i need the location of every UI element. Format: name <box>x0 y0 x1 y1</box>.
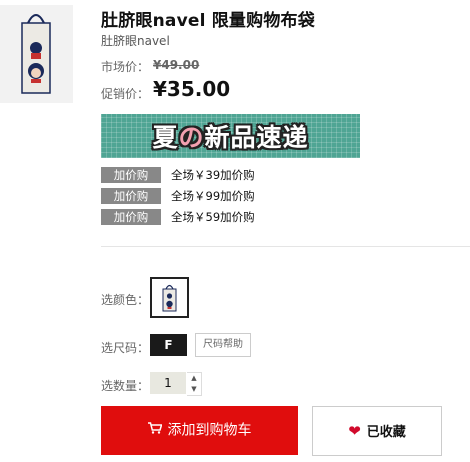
promotion-desc[interactable]: 全场￥59加价购 <box>171 209 255 225</box>
promotion-tag: 加价购 <box>101 188 161 204</box>
color-swatch[interactable] <box>150 277 189 318</box>
promotion-tag: 加价购 <box>101 209 161 225</box>
decrement-arrow-icon[interactable]: ▼ <box>187 384 201 395</box>
tote-bag-swatch-icon <box>162 284 177 312</box>
shopping-cart-icon <box>147 406 163 455</box>
market-price-label: 市场价： <box>101 60 150 74</box>
size-help-button[interactable]: 尺码帮助 <box>195 333 251 357</box>
increment-arrow-icon[interactable]: ▲ <box>187 373 201 384</box>
banner-text: 夏の新品速递 <box>152 123 309 152</box>
product-title: 肚脐眼navel 限量购物布袋 <box>101 11 315 31</box>
quantity-label: 选数量： <box>101 379 150 393</box>
promotion-desc[interactable]: 全场￥39加价购 <box>171 167 255 183</box>
promotion-desc[interactable]: 全场￥99加价购 <box>171 188 255 204</box>
quantity-input[interactable]: 1 <box>150 372 186 394</box>
promo-price: ¥35.00 <box>153 77 231 101</box>
quantity-stepper[interactable]: ▲ ▼ <box>187 372 202 396</box>
add-to-cart-button[interactable]: 添加到购物车 <box>101 406 298 455</box>
promo-banner[interactable]: 夏の新品速递 <box>101 114 360 158</box>
size-label: 选尺码： <box>101 341 150 355</box>
product-thumbnail[interactable] <box>0 5 73 103</box>
favorite-button[interactable]: ❤ 已收藏 <box>312 406 442 456</box>
promo-price-label: 促销价： <box>101 87 150 101</box>
tote-bag-image <box>0 5 73 103</box>
color-label: 选颜色： <box>101 293 150 307</box>
heart-icon: ❤ <box>348 422 361 440</box>
market-price: ¥49.00 <box>153 58 200 72</box>
promotion-tag: 加价购 <box>101 167 161 183</box>
size-option-f[interactable]: F <box>150 334 187 356</box>
product-brand[interactable]: 肚脐眼navel <box>101 32 170 49</box>
divider <box>101 246 470 247</box>
add-to-cart-label: 添加到购物车 <box>167 422 252 439</box>
favorite-label: 已收藏 <box>366 425 406 440</box>
